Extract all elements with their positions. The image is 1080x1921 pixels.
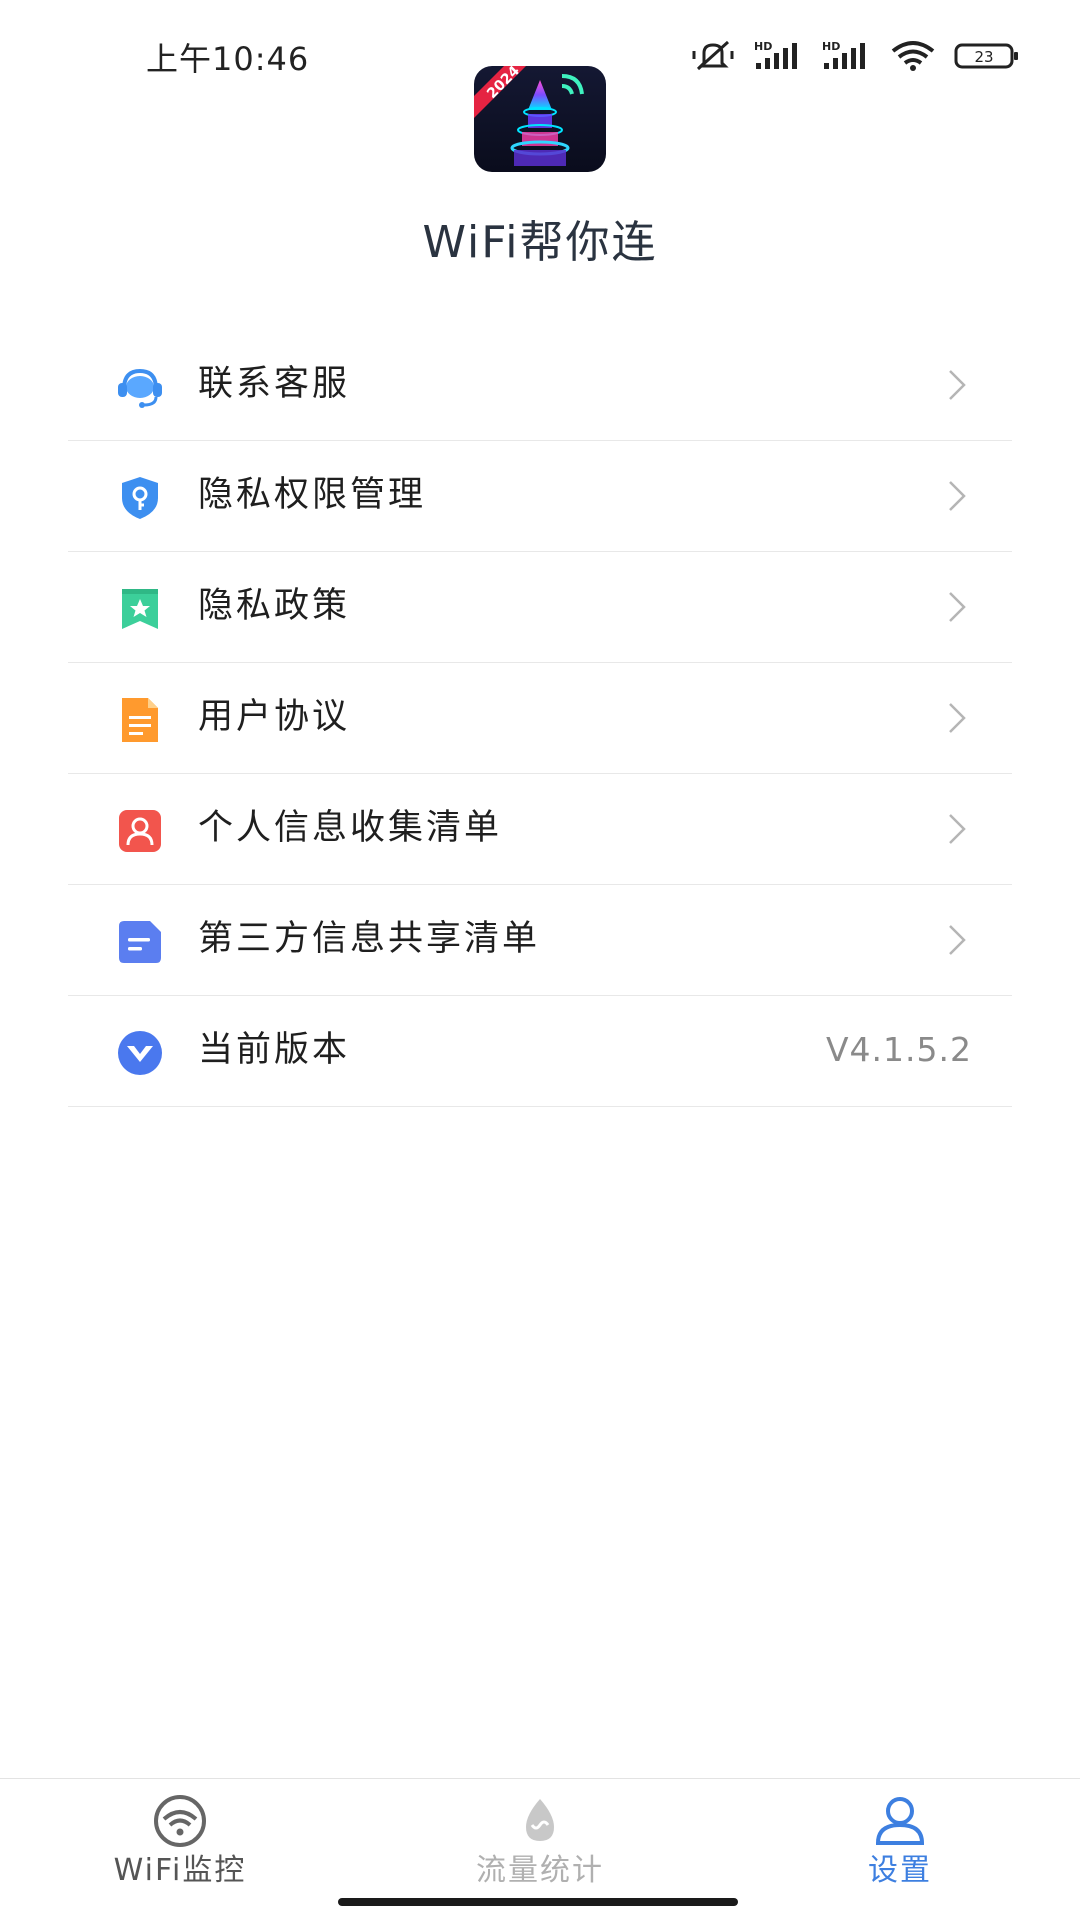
menu-item-privacy-permissions[interactable]: 隐私权限管理 (68, 441, 1012, 552)
menu-label: 隐私政策 (198, 586, 351, 626)
chevron-right-icon (949, 703, 966, 733)
wifi-icon (891, 41, 935, 71)
menu-item-customer-service[interactable]: 联系客服 (68, 330, 1012, 441)
menu-item-current-version[interactable]: 当前版本 V4.1.5.2 (68, 996, 1012, 1107)
wifi-monitor-icon (154, 1795, 206, 1847)
app-name: WiFi帮你连 (422, 217, 658, 268)
menu-item-privacy-policy[interactable]: 隐私政策 (68, 552, 1012, 663)
chevron-right-icon (949, 481, 966, 511)
chevron-right-icon (949, 370, 966, 400)
menu-item-user-agreement[interactable]: 用户协议 (68, 663, 1012, 774)
menu-label: 当前版本 (198, 1030, 351, 1070)
status-icons: HD HD 23 (690, 36, 1020, 76)
svg-text:HD: HD (822, 40, 840, 53)
tab-settings[interactable]: 设置 (760, 1779, 1040, 1921)
tab-wifi-monitor[interactable]: WiFi监控 (40, 1779, 320, 1921)
battery-icon: 23 (954, 43, 1018, 69)
app-logo: 2024 (474, 66, 606, 172)
document-icon (122, 698, 158, 742)
chevron-right-icon (949, 592, 966, 622)
version-value: V4.1.5.2 (825, 1030, 972, 1069)
menu-item-third-party-sharing-list[interactable]: 第三方信息共享清单 (68, 885, 1012, 996)
nav-label: 设置 (868, 1853, 932, 1888)
headset-icon (118, 368, 162, 408)
menu-label: 隐私权限管理 (198, 475, 427, 515)
chevron-right-icon (949, 814, 966, 844)
hd-signal-icon: HD (822, 40, 865, 69)
menu-item-personal-info-list[interactable]: 个人信息收集清单 (68, 774, 1012, 885)
menu-label: 第三方信息共享清单 (198, 919, 541, 959)
chevron-right-icon (949, 925, 966, 955)
nav-label: WiFi监控 (113, 1853, 247, 1888)
mute-icon (692, 40, 734, 71)
menu-label: 联系客服 (198, 364, 351, 404)
svg-text:HD: HD (754, 40, 772, 53)
version-v-icon (118, 1031, 162, 1075)
menu-label: 用户协议 (198, 697, 351, 737)
status-time: 上午10:46 (146, 40, 310, 78)
settings-menu: 联系客服 隐私权限管理 隐私政策 用户协议 个人信息收集清单 第三方信息共享清单… (68, 330, 1012, 1107)
hd-signal-icon: HD (754, 40, 797, 69)
bookmark-star-icon (122, 589, 158, 629)
user-settings-icon (875, 1797, 925, 1845)
traffic-drop-icon (526, 1799, 554, 1841)
battery-level: 23 (974, 48, 993, 66)
person-card-icon (119, 810, 161, 852)
shield-key-icon (122, 477, 158, 519)
nav-label: 流量统计 (476, 1853, 604, 1888)
home-indicator (338, 1898, 738, 1906)
menu-label: 个人信息收集清单 (198, 808, 503, 848)
note-icon (119, 921, 161, 963)
